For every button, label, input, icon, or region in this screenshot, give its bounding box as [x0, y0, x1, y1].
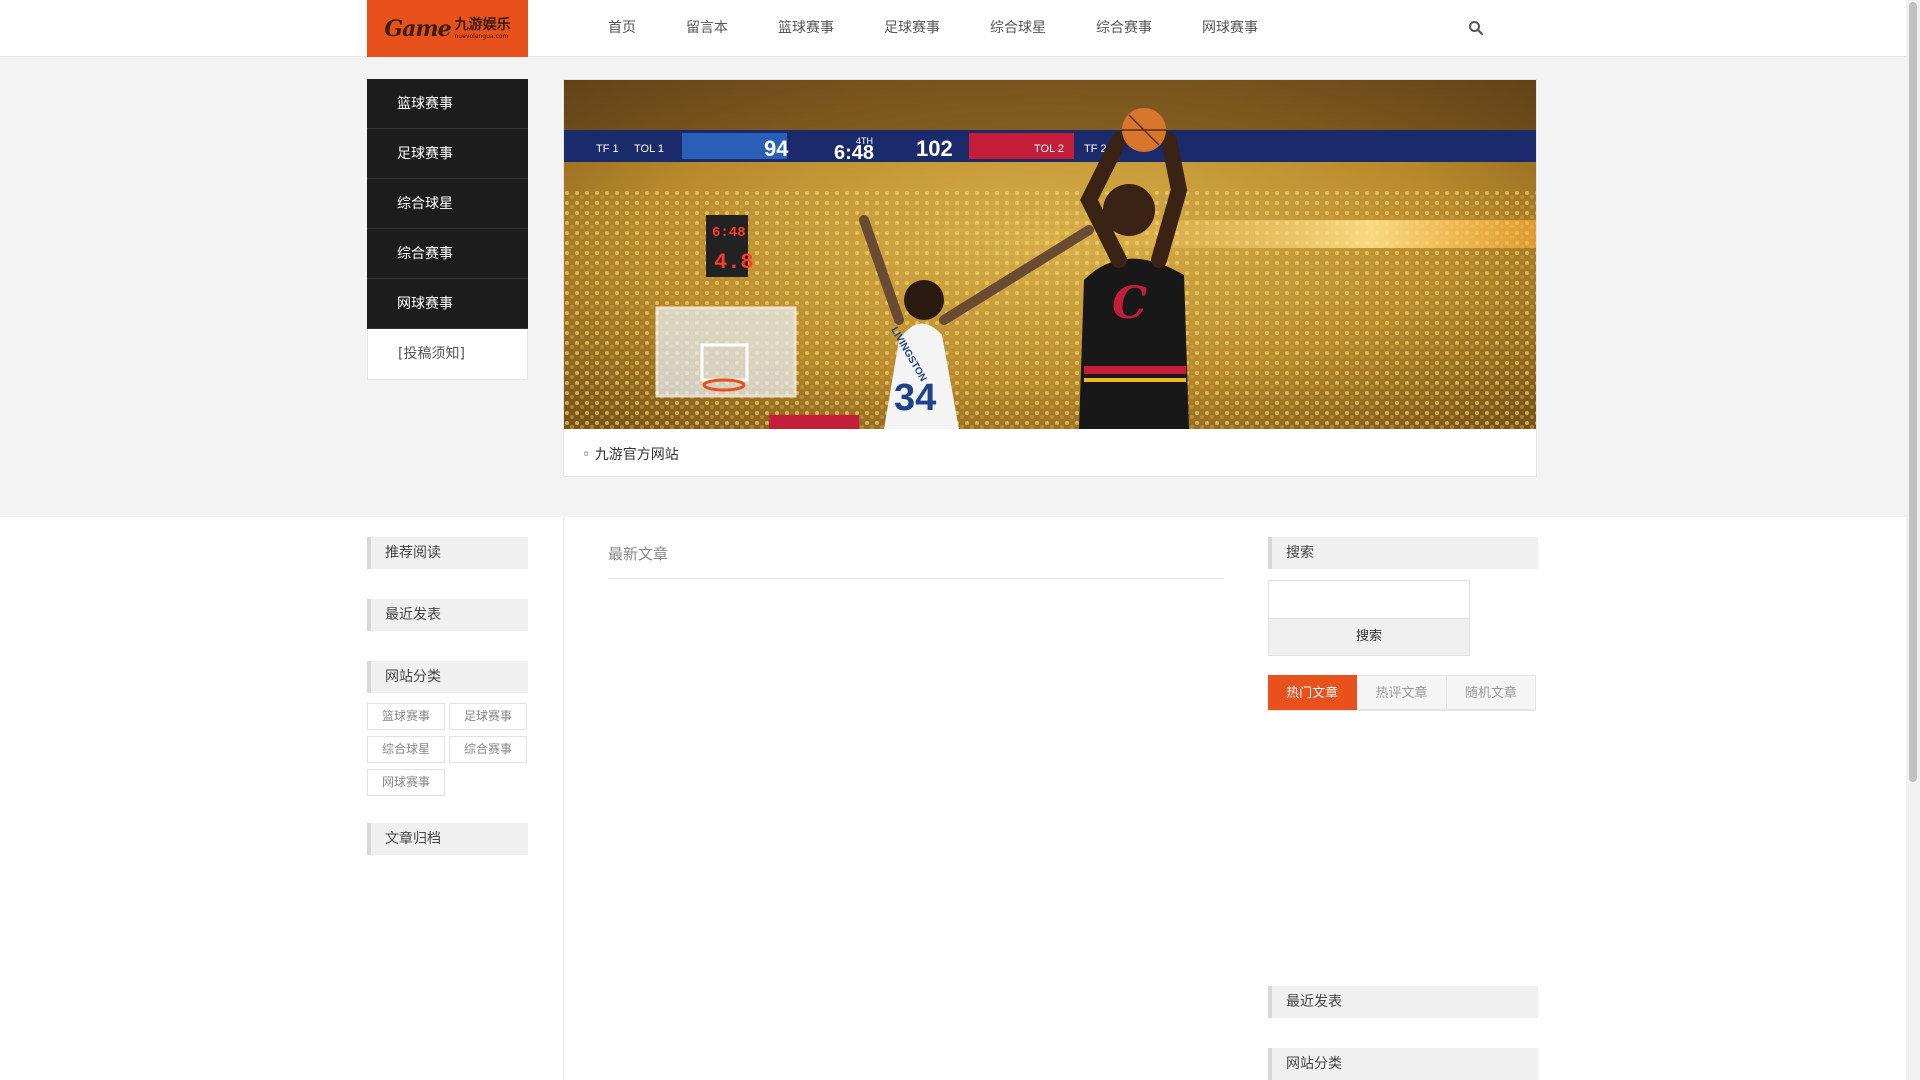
hero-slide[interactable]: TF 1 TOL 1 94 4TH 6:48 102 TOL 2 TF 2 6:…: [563, 79, 1537, 477]
category-tag-stars[interactable]: 综合球星: [367, 736, 445, 763]
site-logo[interactable]: Game 九游娱乐 nuevolengua.com: [367, 0, 528, 57]
logo-text: 九游娱乐 nuevolengua.com: [455, 18, 511, 40]
search-widget-title: 搜索: [1268, 537, 1538, 569]
tab-popular[interactable]: 热门文章: [1268, 675, 1358, 710]
recent-posts-title: 最近发表: [367, 599, 528, 631]
search-input[interactable]: [1268, 580, 1470, 618]
game-clock: 6:48: [834, 142, 874, 164]
right-recent-title: 最近发表: [1268, 986, 1538, 1018]
categories-title: 网站分类: [367, 661, 528, 693]
logo-url: nuevolengua.com: [454, 32, 509, 40]
tab-random[interactable]: 随机文章: [1446, 675, 1536, 710]
nav-events[interactable]: 综合赛事: [1071, 0, 1177, 57]
category-tag-basketball[interactable]: 篮球赛事: [367, 703, 445, 730]
side-menu: 篮球赛事 足球赛事 综合球星 综合赛事 网球赛事 [投稿须知]: [367, 79, 528, 380]
hero-caption[interactable]: ◦ 九游官方网站: [582, 444, 679, 464]
nav-basketball[interactable]: 篮球赛事: [753, 0, 859, 57]
nav-guestbook[interactable]: 留言本: [661, 0, 753, 57]
hero-image: TF 1 TOL 1 94 4TH 6:48 102 TOL 2 TF 2 6:…: [564, 80, 1536, 429]
side-menu-stars[interactable]: 综合球星: [367, 179, 528, 229]
nav-stars[interactable]: 综合球星: [965, 0, 1071, 57]
left-score: 94: [764, 136, 789, 161]
nav-football[interactable]: 足球赛事: [859, 0, 965, 57]
submission-notice-link[interactable]: [投稿须知]: [367, 329, 528, 380]
side-menu-football[interactable]: 足球赛事: [367, 129, 528, 179]
right-sidebar: 搜索 搜索 热门文章 热评文章 随机文章 最近发表 网站分类: [1268, 537, 1538, 1080]
search-form: 搜索: [1268, 580, 1470, 656]
side-menu-tennis[interactable]: 网球赛事: [367, 279, 528, 329]
category-tags: 篮球赛事 足球赛事 综合球星 综合赛事 网球赛事: [367, 703, 528, 796]
logo-mark: Game: [384, 15, 451, 42]
search-button[interactable]: 搜索: [1268, 618, 1470, 656]
right-team-label: TOL 2: [1034, 143, 1064, 155]
search-icon[interactable]: [1468, 20, 1484, 36]
nav-tennis[interactable]: 网球赛事: [1177, 0, 1283, 57]
category-tag-football[interactable]: 足球赛事: [449, 703, 527, 730]
page-scrollbar[interactable]: [1906, 0, 1920, 1080]
right-score: 102: [916, 136, 953, 161]
recommended-title: 推荐阅读: [367, 537, 528, 569]
article-tabs: 热门文章 热评文章 随机文章: [1268, 675, 1536, 711]
left-team-label: TOL 1: [634, 143, 664, 155]
archive-title: 文章归档: [367, 823, 528, 855]
category-tag-events[interactable]: 综合赛事: [449, 736, 527, 763]
scrollbar-thumb[interactable]: [1909, 2, 1917, 782]
svg-text:TF 1: TF 1: [596, 143, 619, 155]
site-header: Game 九游娱乐 nuevolengua.com 首页 留言本 篮球赛事 足球…: [0, 0, 1906, 57]
logo-cn: 九游娱乐: [454, 16, 511, 33]
hero-photo: TF 1 TOL 1 94 4TH 6:48 102 TOL 2 TF 2 6:…: [564, 80, 1536, 429]
nav-home[interactable]: 首页: [583, 0, 661, 57]
main-content: 最新文章: [608, 537, 1224, 579]
category-tag-tennis[interactable]: 网球赛事: [367, 769, 445, 796]
tab-most-commented[interactable]: 热评文章: [1357, 675, 1447, 710]
shot-clock-value: 4.8: [714, 250, 754, 275]
column-divider: [563, 517, 564, 1080]
side-menu-events[interactable]: 综合赛事: [367, 229, 528, 279]
svg-text:C: C: [1112, 278, 1147, 329]
latest-articles-title: 最新文章: [608, 537, 1224, 579]
left-sidebar: 推荐阅读 最近发表 网站分类 篮球赛事 足球赛事 综合球星 综合赛事 网球赛事 …: [367, 537, 528, 855]
shot-clock-time: 6:48: [712, 225, 746, 241]
main-nav: 首页 留言本 篮球赛事 足球赛事 综合球星 综合赛事 网球赛事: [583, 0, 1283, 57]
svg-text:TF 2: TF 2: [1084, 143, 1107, 155]
defender-jersey-number: 34: [894, 377, 936, 419]
right-categories-title: 网站分类: [1268, 1048, 1538, 1080]
side-menu-basketball[interactable]: 篮球赛事: [367, 79, 528, 129]
